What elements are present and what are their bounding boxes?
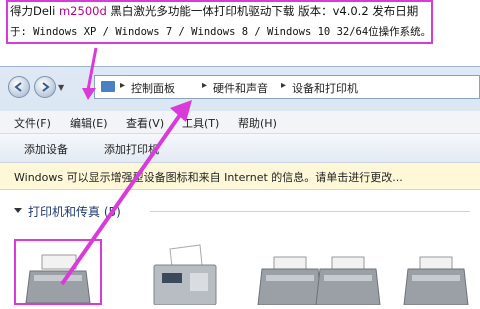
info-bar-text: Windows 可以显示增强型设备图标和来自 Internet 的信息。请单击进… bbox=[14, 171, 403, 184]
explorer-window: ▼ ▸ 控制面板 ▸ 硬件和声音 ▸ 设备和打印机 文件(F) 编辑(E) 查看… bbox=[0, 66, 480, 306]
breadcrumb-control-panel[interactable]: 控制面板 bbox=[131, 80, 175, 96]
forward-button[interactable] bbox=[34, 76, 56, 98]
add-printer-button[interactable]: 添加打印机 bbox=[104, 141, 159, 157]
forward-arrow-icon bbox=[42, 82, 50, 92]
breadcrumb-separator-icon: ▸ bbox=[281, 80, 287, 91]
group-divider bbox=[150, 211, 470, 212]
annotation-highlight-box bbox=[6, 0, 433, 44]
command-bar: 添加设备 添加打印机 bbox=[0, 134, 480, 163]
history-dropdown-icon[interactable]: ▼ bbox=[58, 83, 64, 92]
printer-tile[interactable] bbox=[14, 239, 102, 305]
printer-icon bbox=[25, 254, 91, 304]
printer-tile[interactable] bbox=[304, 239, 392, 306]
back-button[interactable] bbox=[8, 76, 30, 98]
breadcrumb-separator-icon: ▸ bbox=[120, 80, 126, 91]
fax-tile[interactable] bbox=[140, 239, 228, 306]
address-bar[interactable]: ▸ 控制面板 ▸ 硬件和声音 ▸ 设备和打印机 bbox=[94, 75, 480, 99]
info-bar[interactable]: Windows 可以显示增强型设备图标和来自 Internet 的信息。请单击进… bbox=[0, 163, 480, 190]
group-header-printers-fax[interactable]: 打印机和传真 (5) bbox=[28, 203, 121, 220]
article-text: 得力Deli m2500d 黑白激光多功能一体打印机驱动下载 版本：v4.0.2… bbox=[0, 0, 480, 46]
breadcrumb-hardware-sound[interactable]: 硬件和声音 bbox=[213, 80, 268, 96]
navigation-bar: ▼ ▸ 控制面板 ▸ 硬件和声音 ▸ 设备和打印机 bbox=[0, 67, 480, 107]
collapse-arrow-icon[interactable] bbox=[14, 208, 22, 213]
control-panel-icon bbox=[101, 81, 115, 92]
add-device-button[interactable]: 添加设备 bbox=[24, 141, 68, 157]
menu-view[interactable]: 查看(V) bbox=[126, 115, 164, 131]
content-pane: Windows 可以显示增强型设备图标和来自 Internet 的信息。请单击进… bbox=[0, 163, 480, 306]
fax-icon bbox=[153, 244, 217, 306]
back-arrow-icon bbox=[14, 82, 22, 92]
menu-help[interactable]: 帮助(H) bbox=[238, 115, 277, 131]
printer-icon bbox=[403, 256, 469, 306]
menu-edit[interactable]: 编辑(E) bbox=[70, 115, 108, 131]
breadcrumb-devices-printers[interactable]: 设备和打印机 bbox=[292, 80, 358, 96]
menu-bar: 文件(F) 编辑(E) 查看(V) 工具(T) 帮助(H) bbox=[0, 111, 480, 134]
printer-tile[interactable] bbox=[392, 239, 480, 306]
menu-file[interactable]: 文件(F) bbox=[14, 115, 51, 131]
printer-icon bbox=[315, 256, 381, 306]
breadcrumb-separator-icon: ▸ bbox=[202, 80, 208, 91]
menu-tools[interactable]: 工具(T) bbox=[182, 115, 219, 131]
